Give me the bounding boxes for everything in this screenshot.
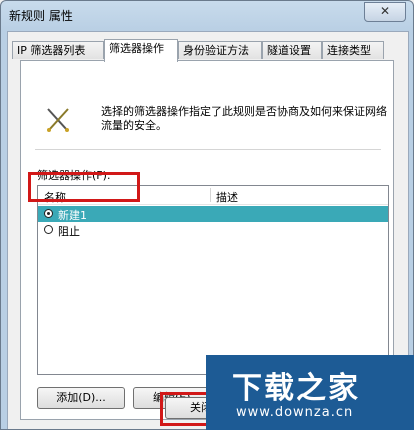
selected-row-highlight xyxy=(28,172,140,202)
title-bar: 新规则 属性 ✕ xyxy=(1,1,413,31)
list-item-label: 新建1 xyxy=(58,209,87,222)
tab-authentication-methods[interactable]: 身份验证方法 xyxy=(178,41,262,59)
tab-filter-action[interactable]: 筛选器操作 xyxy=(104,39,178,62)
tab-tunnel-settings[interactable]: 隧道设置 xyxy=(262,41,322,59)
separator xyxy=(35,149,381,150)
filter-actions-list[interactable]: 名称 描述 新建1 阻止 xyxy=(37,185,389,375)
watermark-url: www.downza.cn xyxy=(236,405,354,420)
watermark-banner: 下载之家 www.downza.cn xyxy=(206,355,414,430)
window-close-button[interactable]: ✕ xyxy=(364,2,406,22)
filter-action-description: 选择的筛选器操作指定了此规则是否协商及如何来保证网络流量的安全。 xyxy=(101,105,387,132)
list-item-new1[interactable]: 新建1 xyxy=(38,206,388,222)
crossed-tools-icon xyxy=(47,108,69,132)
radio-selected-icon[interactable] xyxy=(44,209,53,218)
window-title: 新规则 属性 xyxy=(9,9,73,23)
tab-ip-filter-list[interactable]: IP 筛选器列表 xyxy=(12,41,104,59)
list-item-label: 阻止 xyxy=(58,225,80,238)
watermark-logo: 下载之家 xyxy=(232,371,360,406)
column-header-description[interactable]: 描述 xyxy=(216,189,238,205)
list-item-block[interactable]: 阻止 xyxy=(38,222,388,238)
tab-connection-type[interactable]: 连接类型 xyxy=(322,41,384,59)
radio-unselected-icon[interactable] xyxy=(44,225,53,234)
column-divider[interactable] xyxy=(210,188,211,202)
add-button[interactable]: 添加(D)... xyxy=(37,387,125,409)
